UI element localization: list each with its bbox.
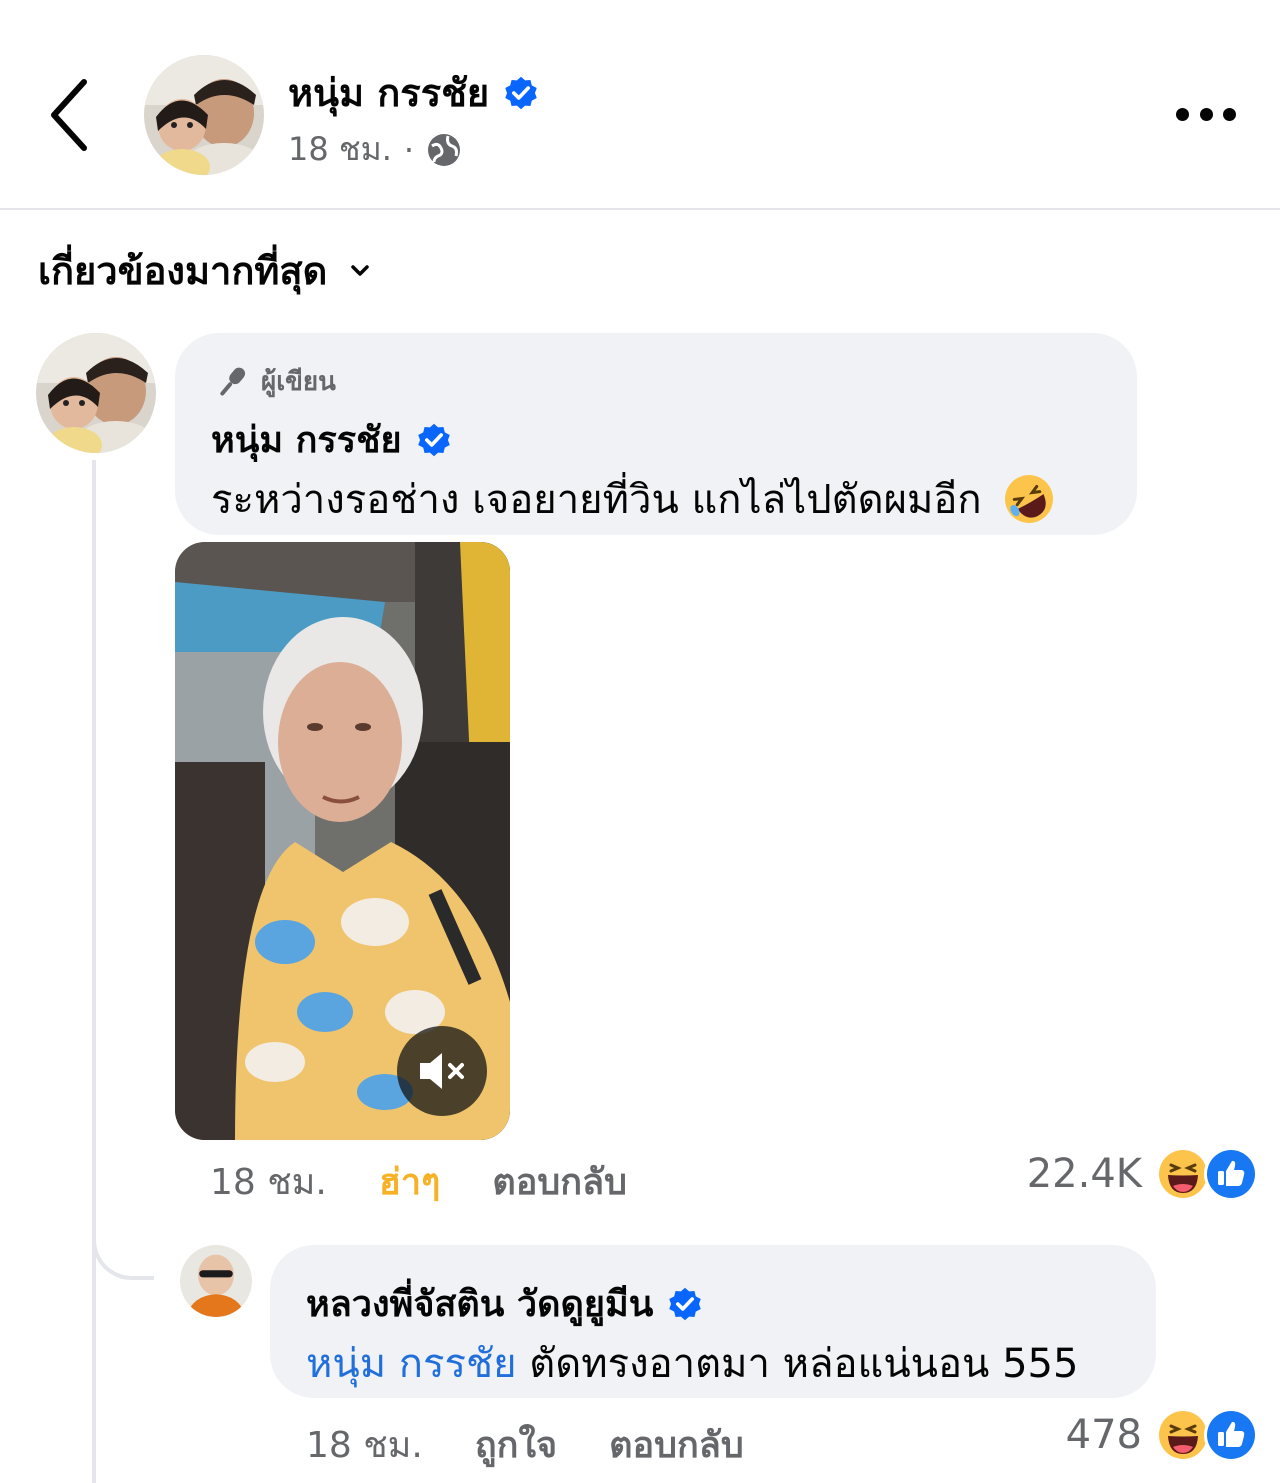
thread-line [92,460,154,1483]
reaction-icons [1156,1408,1258,1462]
reply-button[interactable]: ตอบกลับ [492,1153,627,1210]
haha-icon [1156,1147,1210,1201]
mute-button[interactable] [397,1026,487,1116]
comment-bubble: ผู้เขียน หนุ่ม กรรชัย ระหว่างรอช่าง เจอย… [175,333,1137,535]
back-button[interactable] [40,70,100,160]
comment-sort-dropdown[interactable]: เกี่ยวข้องมากที่สุด [38,240,371,301]
haha-reaction-button[interactable]: ฮ่าๆ [379,1153,441,1210]
rolling-on-floor-laughing-emoji [1004,475,1053,523]
reaction-count: 22.4K [1026,1151,1142,1197]
post-time[interactable]: 18 ชม. [288,124,392,175]
verified-badge-icon [503,75,539,111]
comment-avatar[interactable] [36,333,156,453]
reaction-summary[interactable]: 22.4K [1027,1147,1258,1201]
verified-badge-icon [667,1286,703,1322]
more-options-button[interactable] [1176,100,1236,128]
reaction-icons [1156,1147,1258,1201]
comment-author-name[interactable]: หนุ่ม กรรชัย [211,411,402,468]
reply-text: หนุ่ม กรรชัย ตัดทรงอาตมา หล่อแน่นอน 555 [306,1331,1078,1395]
sort-label: เกี่ยวข้องมากที่สุด [38,249,328,293]
reply-bubble: หลวงพี่จัสติน วัดดูยูมีน หนุ่ม กรรชัย ตั… [270,1245,1156,1398]
author-name[interactable]: หนุ่ม กรรชัย [288,62,539,123]
comment-time[interactable]: 18 ชม. [210,1153,327,1210]
globe-icon [428,133,461,166]
comment-video[interactable] [175,542,510,1140]
comment-text: ระหว่างรอช่าง เจอยายที่วิน แกไล่ไปตัดผมอ… [211,467,1056,531]
author-name-text[interactable]: หนุ่ม กรรชัย [288,62,489,123]
volume-muted-icon [420,1053,464,1089]
reply-avatar[interactable] [180,1245,252,1317]
post-meta: 18 ชม. · [288,124,462,175]
chevron-left-icon [51,79,87,151]
author-avatar[interactable] [144,55,264,175]
microphone-icon [220,367,246,395]
author-badge-label: ผู้เขียน [261,367,336,397]
reply-time[interactable]: 18 ชม. [306,1416,423,1473]
like-button[interactable]: ถูกใจ [475,1416,557,1473]
reply-reaction-summary[interactable]: 478 [1066,1408,1258,1462]
more-horizontal-icon [1176,107,1189,121]
like-icon [1204,1408,1258,1462]
comment-text-body: ระหว่างรอช่าง เจอยายที่วิน แกไล่ไปตัดผมอ… [211,477,982,523]
post-header: หนุ่ม กรรชัย 18 ชม. · [0,0,1280,210]
reply-text-body: ตัดทรงอาตมา หล่อแน่นอน 555 [529,1341,1079,1387]
meta-separator: · [403,130,415,169]
comment-actions: 18 ชม. ฮ่าๆ ตอบกลับ [210,1153,627,1210]
reply-actions: 18 ชม. ถูกใจ ตอบกลับ [306,1416,744,1473]
verified-badge-icon [416,422,452,458]
mention-link[interactable]: หนุ่ม กรรชัย [306,1341,517,1387]
reply-author-name[interactable]: หลวงพี่จัสติน วัดดูยูมีน [306,1275,653,1332]
reply-button[interactable]: ตอบกลับ [609,1416,744,1473]
haha-icon [1156,1408,1210,1462]
comment-author[interactable]: หนุ่ม กรรชัย [211,411,452,468]
chevron-down-icon [351,264,370,276]
reply-reaction-count: 478 [1065,1412,1142,1458]
reply-author[interactable]: หลวงพี่จัสติน วัดดูยูมีน [306,1275,703,1332]
author-badge: ผู้เขียน [213,361,336,402]
like-icon [1204,1147,1258,1201]
